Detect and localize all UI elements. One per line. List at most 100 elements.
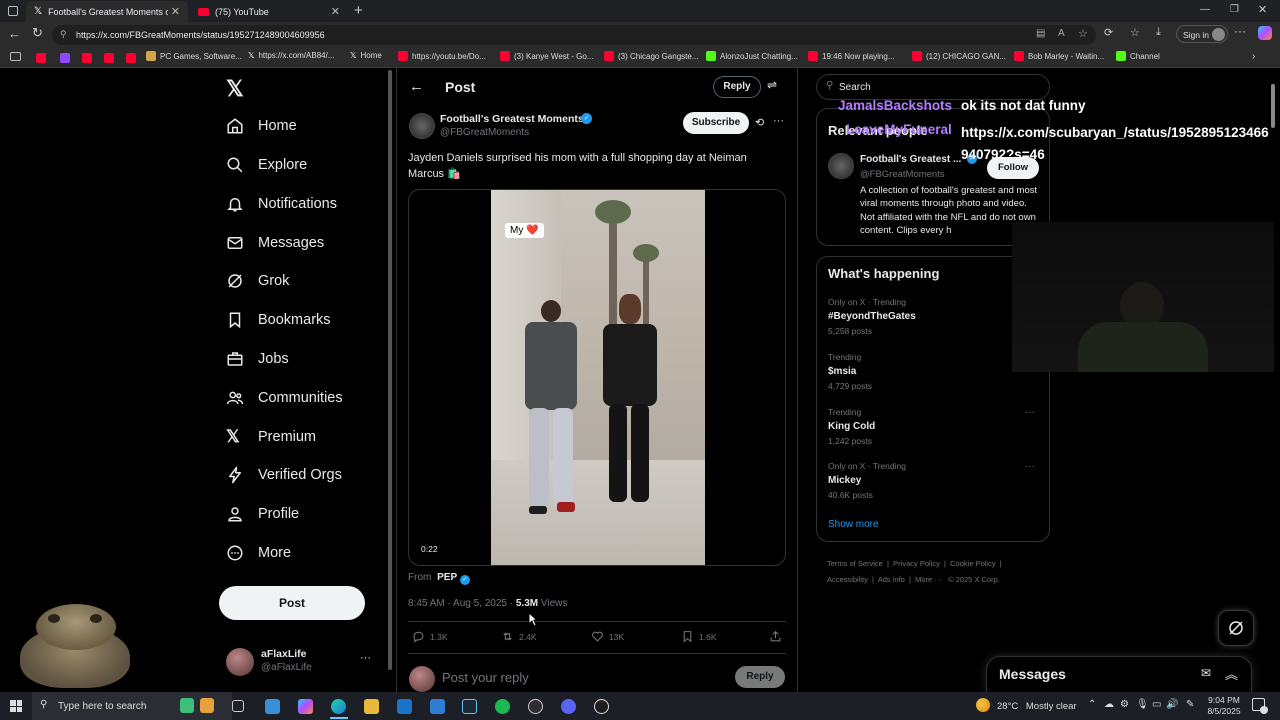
bookmark-item[interactable]: https://youtu.be/Do... [398, 51, 486, 61]
outlook-icon[interactable] [397, 699, 412, 714]
extensions-icon[interactable]: ⟳ [1104, 26, 1113, 39]
nav-item-notifications[interactable]: Notifications [226, 191, 337, 217]
reader-icon[interactable]: ▤ [1036, 28, 1045, 39]
task-view-icon[interactable] [232, 700, 244, 712]
youtube-bookmark-icon[interactable] [36, 53, 46, 63]
new-tab-button[interactable]: + [354, 2, 363, 19]
reply-input[interactable]: Post your reply [442, 670, 702, 685]
favorites-icon[interactable]: ☆ [1130, 26, 1140, 39]
downloads-icon[interactable]: ⤓ [1156, 26, 1161, 39]
nav-item-messages[interactable]: Messages [226, 230, 324, 256]
new-message-icon[interactable]: ✉ [1201, 666, 1211, 680]
youtube-bookmark-icon[interactable] [82, 53, 92, 63]
weather-widget[interactable]: 28°C Mostly clear [997, 701, 1077, 712]
author-avatar[interactable] [409, 113, 435, 139]
footer-link[interactable]: More ··· [915, 575, 942, 584]
copilot-icon[interactable] [1258, 26, 1272, 40]
browser-window-menu-icon[interactable] [8, 6, 18, 16]
repost-action[interactable]: 2.4K [501, 630, 537, 643]
tray-icon[interactable]: ✎ [1186, 699, 1194, 710]
footer-link[interactable]: Accessibility [827, 575, 868, 584]
account-switcher[interactable]: aFlaxLife @aFlaxLife ··· [226, 646, 376, 678]
bookmark-item[interactable]: 𝕏https://x.com/AB84/... [248, 51, 334, 60]
minimize-button[interactable]: — [1200, 4, 1210, 15]
person-avatar[interactable] [828, 153, 854, 179]
tab-youtube[interactable]: (75) YouTube ✕ [190, 1, 348, 22]
tray-icon[interactable]: ⚙ [1120, 699, 1129, 710]
reading-list-icon[interactable] [10, 52, 21, 61]
edge-icon[interactable] [331, 699, 346, 714]
like-action[interactable]: 13K [591, 630, 624, 643]
trend-item[interactable]: Trending $msia 4,729 posts [828, 352, 1040, 391]
bookmark-item[interactable]: (12) CHICAGO GAN... [912, 51, 1006, 61]
footer-link[interactable]: Privacy Policy [893, 559, 940, 568]
obs-icon[interactable] [528, 699, 543, 714]
read-aloud-icon[interactable]: A [1058, 28, 1065, 39]
calculator-icon[interactable] [430, 699, 445, 714]
messages-drawer[interactable]: Messages ✉ ︽ [986, 656, 1252, 692]
youtube-bookmark-icon[interactable] [126, 53, 136, 63]
trend-item[interactable]: Trending King Cold 1,242 posts [828, 407, 1040, 446]
bookmark-item[interactable]: Channel [1116, 51, 1160, 61]
chevron-right-icon[interactable]: › [1252, 51, 1255, 62]
share-action[interactable] [769, 630, 782, 643]
windows-start-icon[interactable] [10, 700, 22, 712]
nav-item-communities[interactable]: Communities [226, 385, 343, 411]
nav-item-explore[interactable]: Explore [226, 152, 307, 178]
grok-explain-icon[interactable]: ⟲ [755, 116, 764, 129]
close-tab-icon[interactable]: ✕ [171, 5, 180, 18]
url-field[interactable]: ⚲ https://x.com/FBGreatMoments/status/19… [52, 25, 1096, 45]
site-info-icon[interactable]: ⚲ [60, 29, 67, 40]
reply-submit-button[interactable]: Reply [735, 666, 785, 688]
copilot-icon[interactable] [298, 699, 313, 714]
spotify-icon[interactable] [495, 699, 510, 714]
store-icon[interactable] [265, 699, 280, 714]
trend-item[interactable]: Only on X · Trending #BeyondTheGates 5,2… [828, 297, 1040, 336]
nav-item-bookmarks[interactable]: Bookmarks [226, 307, 331, 333]
author-name[interactable]: Football's Greatest Moments [440, 113, 584, 125]
footer-link[interactable]: Ads info [878, 575, 905, 584]
person-handle[interactable]: @FBGreatMoments [860, 169, 945, 180]
nav-item-more[interactable]: More [226, 540, 291, 566]
page-scrollbar[interactable] [1270, 70, 1276, 690]
bookmark-action[interactable]: 1.6K [681, 630, 717, 643]
youtube-bookmark-icon[interactable] [104, 53, 114, 63]
nav-item-verified-orgs[interactable]: Verified Orgs [226, 462, 342, 488]
browser-menu-icon[interactable]: ··· [1234, 24, 1246, 38]
footer-link[interactable]: Terms of Service [827, 559, 883, 568]
trend-more-icon[interactable]: ··· [1025, 407, 1035, 418]
sign-in-button[interactable]: Sign in [1176, 25, 1228, 43]
author-handle[interactable]: @FBGreatMoments [440, 127, 529, 138]
x-logo-icon[interactable]: 𝕏 [226, 76, 244, 102]
tray-icon[interactable]: ☁ [1104, 699, 1114, 710]
refresh-icon[interactable]: ↻ [32, 25, 43, 41]
nav-item-grok[interactable]: Grok [226, 268, 289, 294]
trend-item[interactable]: Only on X · Trending Mickey 40.6K posts [828, 461, 1040, 500]
nav-item-premium[interactable]: 𝕏 Premium [226, 424, 316, 450]
footer-link[interactable]: Cookie Policy [950, 559, 995, 568]
bookmark-item[interactable]: PC Games, Software... [146, 51, 242, 61]
bookmark-item[interactable]: Bob Marley - Waitin... [1014, 51, 1104, 61]
bookmark-item[interactable]: AlonzoJust Chatting... [706, 51, 798, 61]
nav-item-jobs[interactable]: Jobs [226, 346, 289, 372]
tab-football-greatest-moments[interactable]: 𝕏 Football's Greatest Moments on X ✕ [26, 1, 188, 22]
bookmark-item[interactable]: 19:46 Now playing... [808, 51, 895, 61]
app-icon[interactable] [594, 699, 609, 714]
weather-icon[interactable] [976, 698, 990, 712]
file-explorer-icon[interactable] [364, 699, 379, 714]
volume-icon[interactable]: 🔊 [1166, 699, 1178, 710]
subscribe-button[interactable]: Subscribe [683, 112, 749, 134]
back-arrow-icon[interactable]: ← [409, 78, 424, 95]
person-name[interactable]: Football's Greatest ... [860, 154, 961, 165]
trend-more-icon[interactable]: ··· [1025, 461, 1035, 472]
bookmark-item[interactable]: (3) Kanye West - Go... [500, 51, 593, 61]
grok-floating-button[interactable] [1218, 610, 1254, 646]
restore-button[interactable]: ❐ [1230, 4, 1239, 15]
microphone-icon[interactable]: 🎙 [1136, 699, 1149, 710]
page-scrollbar[interactable] [388, 70, 392, 670]
bookmark-item[interactable]: 𝕏 Home [350, 51, 382, 60]
post-video[interactable]: My ❤️ 0:22 [408, 189, 786, 566]
steam-icon[interactable] [462, 699, 477, 714]
close-window-button[interactable]: ✕ [1258, 3, 1267, 16]
twitch-bookmark-icon[interactable] [60, 53, 70, 63]
